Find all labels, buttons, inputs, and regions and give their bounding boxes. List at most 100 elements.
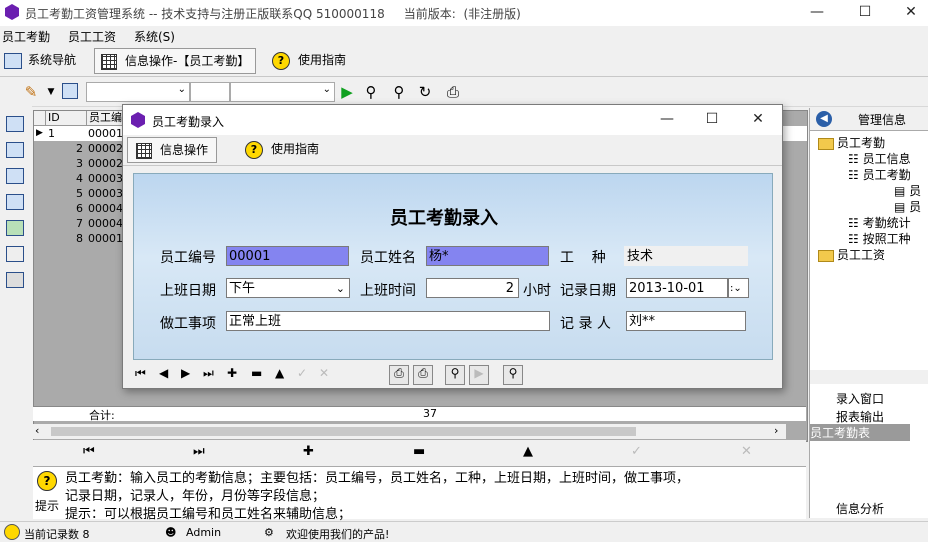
menu-attendance[interactable]: 员工考勤 (2, 28, 50, 45)
chart-icon[interactable] (6, 220, 24, 236)
hours-field[interactable]: 2 (426, 278, 519, 298)
emp-no-field[interactable]: 00001 (226, 246, 349, 266)
app-icon (5, 4, 19, 20)
close-button[interactable]: ✕ (888, 2, 928, 24)
dialog-tab-info-operation[interactable]: 信息操作 (127, 137, 218, 163)
first-record-icon[interactable]: ⏮ (135, 366, 146, 381)
right-panel: ◀ 管理信息 员工考勤 ☷ 员工信息 ☷ 员工考勤 ▤ 员 ▤ 员 ☷ 考勤统计… (809, 108, 928, 518)
preview-icon[interactable] (62, 83, 78, 99)
cancel-record-icon[interactable]: ✕ (741, 444, 752, 459)
date-field[interactable]: 2013-10-01 (626, 278, 728, 298)
dialog-maximize-button[interactable]: ☐ (689, 109, 735, 131)
search-people-icon[interactable]: ⚲ (362, 83, 380, 101)
pencil-icon[interactable]: ✎ (22, 83, 40, 101)
edit-record-icon[interactable]: ▲ (523, 444, 533, 459)
play-icon[interactable]: ▶ (338, 83, 356, 101)
folder-icon (818, 249, 834, 262)
tree-item-sub2[interactable]: ▤ 员 (894, 198, 921, 215)
tree-item-sub1[interactable]: ▤ 员 (894, 182, 921, 199)
tree-item-employee-info[interactable]: ☷ 员工信息 (848, 150, 911, 167)
row-num: 3 (76, 157, 83, 170)
link-attendance-table[interactable]: 员工考勤表 (810, 424, 910, 441)
search-icon[interactable]: ⚲ (390, 83, 408, 101)
tree-item-employee-attendance[interactable]: ☷ 员工考勤 (848, 166, 911, 183)
work-field[interactable]: 正常上班 (226, 311, 550, 331)
print-icon[interactable]: ⎙ (389, 365, 409, 385)
tree-item-salary[interactable]: 员工工资 (818, 246, 885, 263)
dropdown-arrow-icon[interactable]: ▼ (42, 83, 60, 101)
back-icon[interactable]: ◀ (816, 111, 832, 127)
dialog-minimize-button[interactable]: — (644, 109, 690, 131)
settings-icon[interactable] (6, 246, 24, 262)
shift-value: 下午 (229, 281, 256, 296)
row-empno: 00003 (88, 187, 123, 200)
dialog-close-button[interactable]: ✕ (735, 109, 781, 131)
grid-icon (101, 53, 117, 70)
link-report-output[interactable]: 报表输出 (836, 408, 884, 425)
emp-name-field[interactable]: 杨* (426, 246, 549, 266)
date-label: 记录日期 (560, 283, 616, 299)
post-record-icon[interactable]: ✓ (297, 366, 307, 380)
recorder-field[interactable]: 刘** (626, 311, 746, 331)
insert-record-icon[interactable]: ✚ (227, 366, 237, 380)
first-record-icon[interactable]: ⏮ (83, 444, 95, 459)
grid-corner (34, 111, 46, 126)
chevron-down-icon: ⌄ (335, 282, 345, 295)
horizontal-scrollbar[interactable]: ‹ › (33, 424, 786, 439)
last-record-icon[interactable]: ⏭ (193, 444, 205, 459)
hint-line: 员工考勤：输入员工的考勤信息；主要包括：员工编号，员工姓名，工种，上班日期，上班… (65, 471, 690, 486)
tree-item-attendance[interactable]: 员工考勤 (818, 134, 885, 151)
refresh-icon[interactable]: ↻ (416, 83, 434, 101)
scroll-right-icon[interactable]: › (774, 424, 778, 437)
tab-system-nav[interactable]: 系统导航 (4, 48, 76, 72)
tab-info-operation[interactable]: 信息操作-【员工考勤】 (94, 48, 257, 74)
window-icon[interactable] (6, 116, 24, 132)
trash-icon[interactable] (6, 272, 24, 288)
next-record-icon[interactable]: ▶ (181, 366, 190, 380)
grid-header-empno[interactable]: 员工编 (87, 111, 125, 126)
record-navigator: ⏮ ⏭ ✚ ▬ ▲ ✓ ✕ (33, 440, 806, 464)
tab-label: 使用指南 (271, 142, 320, 156)
scroll-left-icon[interactable]: ‹ (35, 424, 39, 437)
delete-record-icon[interactable]: ▬ (413, 444, 425, 459)
tree-item-stats[interactable]: ☷ 考勤统计 (848, 214, 911, 231)
list-icon[interactable] (6, 168, 24, 184)
shift-select[interactable]: 下午 ⌄ (226, 278, 350, 298)
tree-icon[interactable] (6, 142, 24, 158)
tree-item-by-job[interactable]: ☷ 按照工种 (848, 230, 911, 247)
window-title-text: 员工考勤工资管理系统 -- 技术支持与注册正版联系QQ 510000118 (25, 7, 385, 21)
menu-system[interactable]: 系统(S) (134, 28, 175, 45)
job-field[interactable]: 技术 (624, 246, 748, 266)
help-icon (4, 524, 20, 540)
minimize-button[interactable]: — (794, 2, 840, 24)
info-icon: ⚙ (264, 526, 274, 539)
last-record-icon[interactable]: ⏭ (203, 366, 214, 381)
zoom-icon[interactable]: ⚲ (503, 365, 523, 385)
edit-record-icon[interactable]: ▲ (275, 366, 284, 380)
prior-record-icon[interactable]: ◀ (159, 366, 168, 380)
delete-record-icon[interactable]: ▬ (251, 366, 262, 380)
grid-header-id[interactable]: ID (46, 111, 87, 126)
tree-label: 员工工资 (837, 248, 886, 262)
scroll-thumb[interactable] (51, 427, 636, 436)
menu-salary[interactable]: 员工工资 (68, 28, 116, 45)
date-picker-button[interactable]: :⌄ (728, 278, 749, 298)
value-select[interactable]: ⌄ (230, 82, 335, 102)
field-select[interactable]: ⌄ (86, 82, 190, 102)
insert-record-icon[interactable]: ✚ (303, 444, 314, 459)
search-icon[interactable]: ⚲ (445, 365, 465, 385)
print-icon[interactable]: ⎙ (444, 83, 462, 101)
print-preview-icon[interactable]: ⎙ (413, 365, 433, 385)
tree-hscrollbar[interactable] (810, 370, 928, 384)
maximize-button[interactable]: ☐ (842, 2, 888, 24)
operator-select[interactable] (190, 82, 230, 102)
document-icon[interactable] (6, 194, 24, 210)
tab-user-guide[interactable]: ? 使用指南 (272, 48, 346, 72)
play-icon[interactable]: ▶ (469, 365, 489, 385)
link-entry-window[interactable]: 录入窗口 (836, 390, 884, 407)
dialog-tab-user-guide[interactable]: ? 使用指南 (245, 137, 319, 161)
cancel-record-icon[interactable]: ✕ (319, 366, 329, 380)
link-info-analysis[interactable]: 信息分析 (836, 500, 884, 517)
hint-line: 记录日期，记录人，年份，月份等字段信息； (65, 489, 326, 504)
post-record-icon[interactable]: ✓ (631, 444, 642, 459)
